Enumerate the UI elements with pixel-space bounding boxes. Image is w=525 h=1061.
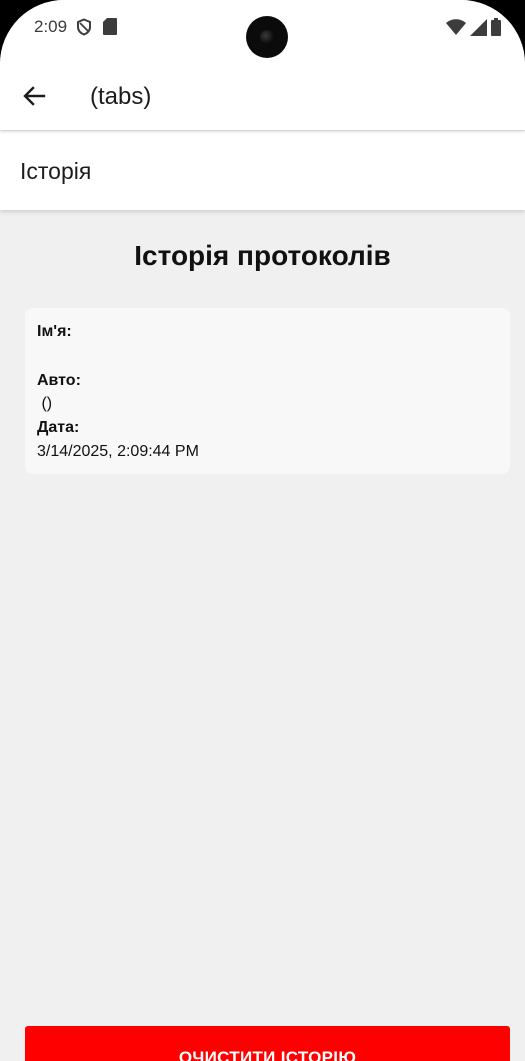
car-value: () [37,395,53,412]
status-bar: 2:09 [0,0,525,60]
wifi-icon [446,18,466,41]
tab-header: Історія [0,131,525,210]
page-title: Історія протоколів [134,240,391,271]
shield-icon [75,18,93,41]
front-camera [246,16,288,58]
name-label: Ім'я: [37,323,72,340]
arrow-left-icon [23,86,46,106]
sd-card-icon [103,18,117,40]
cellular-signal-icon [470,18,487,41]
app-bar: (tabs) [0,60,525,130]
app-bar-title: (tabs) [90,83,152,110]
phone-screen: 2:09 (tabs) Історія Історія протоколів І… [0,0,525,1061]
status-time: 2:09 [34,17,68,36]
clear-history-button[interactable]: ОЧИСТИТИ ІСТОРІЮ [25,1026,510,1061]
back-button[interactable] [20,81,50,111]
tab-title: Історія [20,158,92,184]
battery-icon [491,18,501,41]
date-value: 3/14/2025, 2:09:44 PM [37,443,199,460]
date-label: Дата: [37,419,80,436]
status-icons [446,18,501,41]
car-label: Авто: [37,372,81,389]
history-card: Ім'я: Авто: () Дата: 3/14/2025, 2:09:44 … [25,308,510,474]
